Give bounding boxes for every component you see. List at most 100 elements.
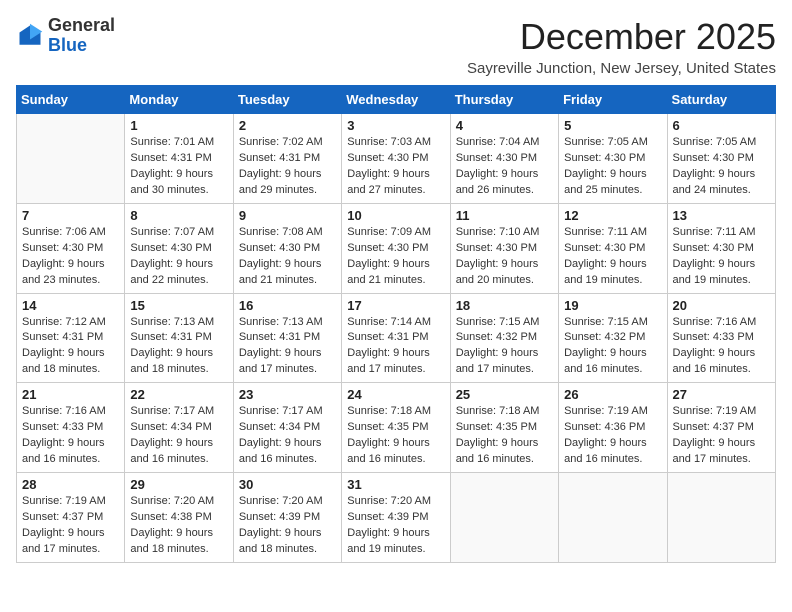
calendar-day-cell: 8 Sunrise: 7:07 AMSunset: 4:30 PMDaylight… [125,203,233,293]
day-info: Sunrise: 7:13 AMSunset: 4:31 PMDaylight:… [239,315,336,379]
day-info: Sunrise: 7:19 AMSunset: 4:37 PMDaylight:… [673,404,770,468]
calendar-day-cell: 6Sunrise: 7:05 AMSunset: 4:30 PMDaylight… [667,114,775,204]
calendar-week-row: 21Sunrise: 7:16 AMSunset: 4:33 PMDayligh… [17,383,776,473]
day-info: Sunrise: 7:02 AMSunset: 4:31 PMDaylight:… [239,135,336,199]
calendar-day-cell: 20 Sunrise: 7:16 AMSunset: 4:33 PMDayligh… [667,293,775,383]
day-info: Sunrise: 7:17 AMSunset: 4:34 PMDaylight:… [130,404,227,468]
day-number: 2 [239,118,336,133]
day-number: 23 [239,387,336,402]
calendar-day-cell: 22 Sunrise: 7:17 AMSunset: 4:34 PMDayligh… [125,383,233,473]
calendar-day-cell: 12Sunrise: 7:11 AMSunset: 4:30 PMDayligh… [559,203,667,293]
day-number: 27 [673,387,770,402]
calendar-day-header: Friday [559,86,667,114]
day-info: Sunrise: 7:03 AMSunset: 4:30 PMDaylight:… [347,135,444,199]
day-number: 8 [130,208,227,223]
day-number: 25 [456,387,553,402]
calendar-week-row: 7Sunrise: 7:06 AMSunset: 4:30 PMDaylight… [17,203,776,293]
calendar-day-cell: 5Sunrise: 7:05 AMSunset: 4:30 PMDaylight… [559,114,667,204]
calendar-day-header: Monday [125,86,233,114]
day-number: 22 [130,387,227,402]
calendar-week-row: 14 Sunrise: 7:12 AMSunset: 4:31 PMDayligh… [17,293,776,383]
day-info: Sunrise: 7:11 AMSunset: 4:30 PMDaylight:… [673,225,770,289]
day-number: 21 [22,387,119,402]
calendar-day-cell [559,473,667,563]
calendar-day-header: Tuesday [233,86,341,114]
day-number: 24 [347,387,444,402]
day-info: Sunrise: 7:01 AMSunset: 4:31 PMDaylight:… [130,135,227,199]
calendar-header-row: SundayMondayTuesdayWednesdayThursdayFrid… [17,86,776,114]
day-info: Sunrise: 7:19 AMSunset: 4:37 PMDaylight:… [22,494,119,558]
day-number: 9 [239,208,336,223]
calendar-day-cell: 11 Sunrise: 7:10 AMSunset: 4:30 PMDayligh… [450,203,558,293]
calendar-day-cell: 2 Sunrise: 7:02 AMSunset: 4:31 PMDaylight… [233,114,341,204]
title-block: December 2025 Sayreville Junction, New J… [467,16,776,77]
day-info: Sunrise: 7:10 AMSunset: 4:30 PMDaylight:… [456,225,553,289]
calendar-day-cell: 25 Sunrise: 7:18 AMSunset: 4:35 PMDayligh… [450,383,558,473]
calendar-week-row: 28 Sunrise: 7:19 AMSunset: 4:37 PMDayligh… [17,473,776,563]
day-info: Sunrise: 7:20 AMSunset: 4:39 PMDaylight:… [239,494,336,558]
day-number: 19 [564,298,661,313]
day-info: Sunrise: 7:08 AMSunset: 4:30 PMDaylight:… [239,225,336,289]
month-title: December 2025 [467,16,776,58]
day-number: 10 [347,208,444,223]
logo-blue: Blue [48,35,87,55]
page-header: General Blue December 2025 Sayreville Ju… [16,16,776,77]
calendar-day-cell [450,473,558,563]
day-number: 5 [564,118,661,133]
calendar-day-cell: 3 Sunrise: 7:03 AMSunset: 4:30 PMDaylight… [342,114,450,204]
logo-icon [16,22,44,50]
day-info: Sunrise: 7:20 AMSunset: 4:38 PMDaylight:… [130,494,227,558]
calendar-day-cell: 31Sunrise: 7:20 AMSunset: 4:39 PMDayligh… [342,473,450,563]
day-number: 31 [347,477,444,492]
calendar-day-cell [17,114,125,204]
calendar-day-cell: 18 Sunrise: 7:15 AMSunset: 4:32 PMDayligh… [450,293,558,383]
calendar-day-cell: 9 Sunrise: 7:08 AMSunset: 4:30 PMDaylight… [233,203,341,293]
calendar-day-cell: 1 Sunrise: 7:01 AMSunset: 4:31 PMDaylight… [125,114,233,204]
day-number: 1 [130,118,227,133]
logo-text: General Blue [48,16,115,56]
day-number: 17 [347,298,444,313]
day-info: Sunrise: 7:15 AMSunset: 4:32 PMDaylight:… [564,315,661,379]
day-number: 11 [456,208,553,223]
day-number: 30 [239,477,336,492]
day-number: 15 [130,298,227,313]
day-number: 20 [673,298,770,313]
day-info: Sunrise: 7:18 AMSunset: 4:35 PMDaylight:… [347,404,444,468]
calendar-day-cell: 27 Sunrise: 7:19 AMSunset: 4:37 PMDayligh… [667,383,775,473]
calendar-day-header: Sunday [17,86,125,114]
calendar-week-row: 1 Sunrise: 7:01 AMSunset: 4:31 PMDaylight… [17,114,776,204]
calendar-day-cell: 7Sunrise: 7:06 AMSunset: 4:30 PMDaylight… [17,203,125,293]
calendar-day-cell: 28 Sunrise: 7:19 AMSunset: 4:37 PMDayligh… [17,473,125,563]
calendar-day-cell: 19 Sunrise: 7:15 AMSunset: 4:32 PMDayligh… [559,293,667,383]
calendar-day-cell [667,473,775,563]
day-info: Sunrise: 7:04 AMSunset: 4:30 PMDaylight:… [456,135,553,199]
day-info: Sunrise: 7:12 AMSunset: 4:31 PMDaylight:… [22,315,119,379]
day-info: Sunrise: 7:13 AMSunset: 4:31 PMDaylight:… [130,315,227,379]
calendar-day-cell: 13Sunrise: 7:11 AMSunset: 4:30 PMDayligh… [667,203,775,293]
day-info: Sunrise: 7:16 AMSunset: 4:33 PMDaylight:… [673,315,770,379]
calendar-day-cell: 17Sunrise: 7:14 AMSunset: 4:31 PMDayligh… [342,293,450,383]
day-info: Sunrise: 7:06 AMSunset: 4:30 PMDaylight:… [22,225,119,289]
day-number: 28 [22,477,119,492]
calendar-day-cell: 15 Sunrise: 7:13 AMSunset: 4:31 PMDayligh… [125,293,233,383]
calendar-day-cell: 4 Sunrise: 7:04 AMSunset: 4:30 PMDaylight… [450,114,558,204]
day-number: 12 [564,208,661,223]
logo-general: General [48,15,115,35]
day-number: 29 [130,477,227,492]
day-number: 4 [456,118,553,133]
day-info: Sunrise: 7:17 AMSunset: 4:34 PMDaylight:… [239,404,336,468]
calendar-day-cell: 26Sunrise: 7:19 AMSunset: 4:36 PMDayligh… [559,383,667,473]
day-info: Sunrise: 7:05 AMSunset: 4:30 PMDaylight:… [673,135,770,199]
day-number: 3 [347,118,444,133]
calendar-day-header: Wednesday [342,86,450,114]
day-info: Sunrise: 7:18 AMSunset: 4:35 PMDaylight:… [456,404,553,468]
day-number: 16 [239,298,336,313]
calendar-table: SundayMondayTuesdayWednesdayThursdayFrid… [16,85,776,563]
day-info: Sunrise: 7:09 AMSunset: 4:30 PMDaylight:… [347,225,444,289]
calendar-day-cell: 21Sunrise: 7:16 AMSunset: 4:33 PMDayligh… [17,383,125,473]
day-number: 18 [456,298,553,313]
day-info: Sunrise: 7:07 AMSunset: 4:30 PMDaylight:… [130,225,227,289]
calendar-day-header: Saturday [667,86,775,114]
day-number: 14 [22,298,119,313]
day-info: Sunrise: 7:15 AMSunset: 4:32 PMDaylight:… [456,315,553,379]
